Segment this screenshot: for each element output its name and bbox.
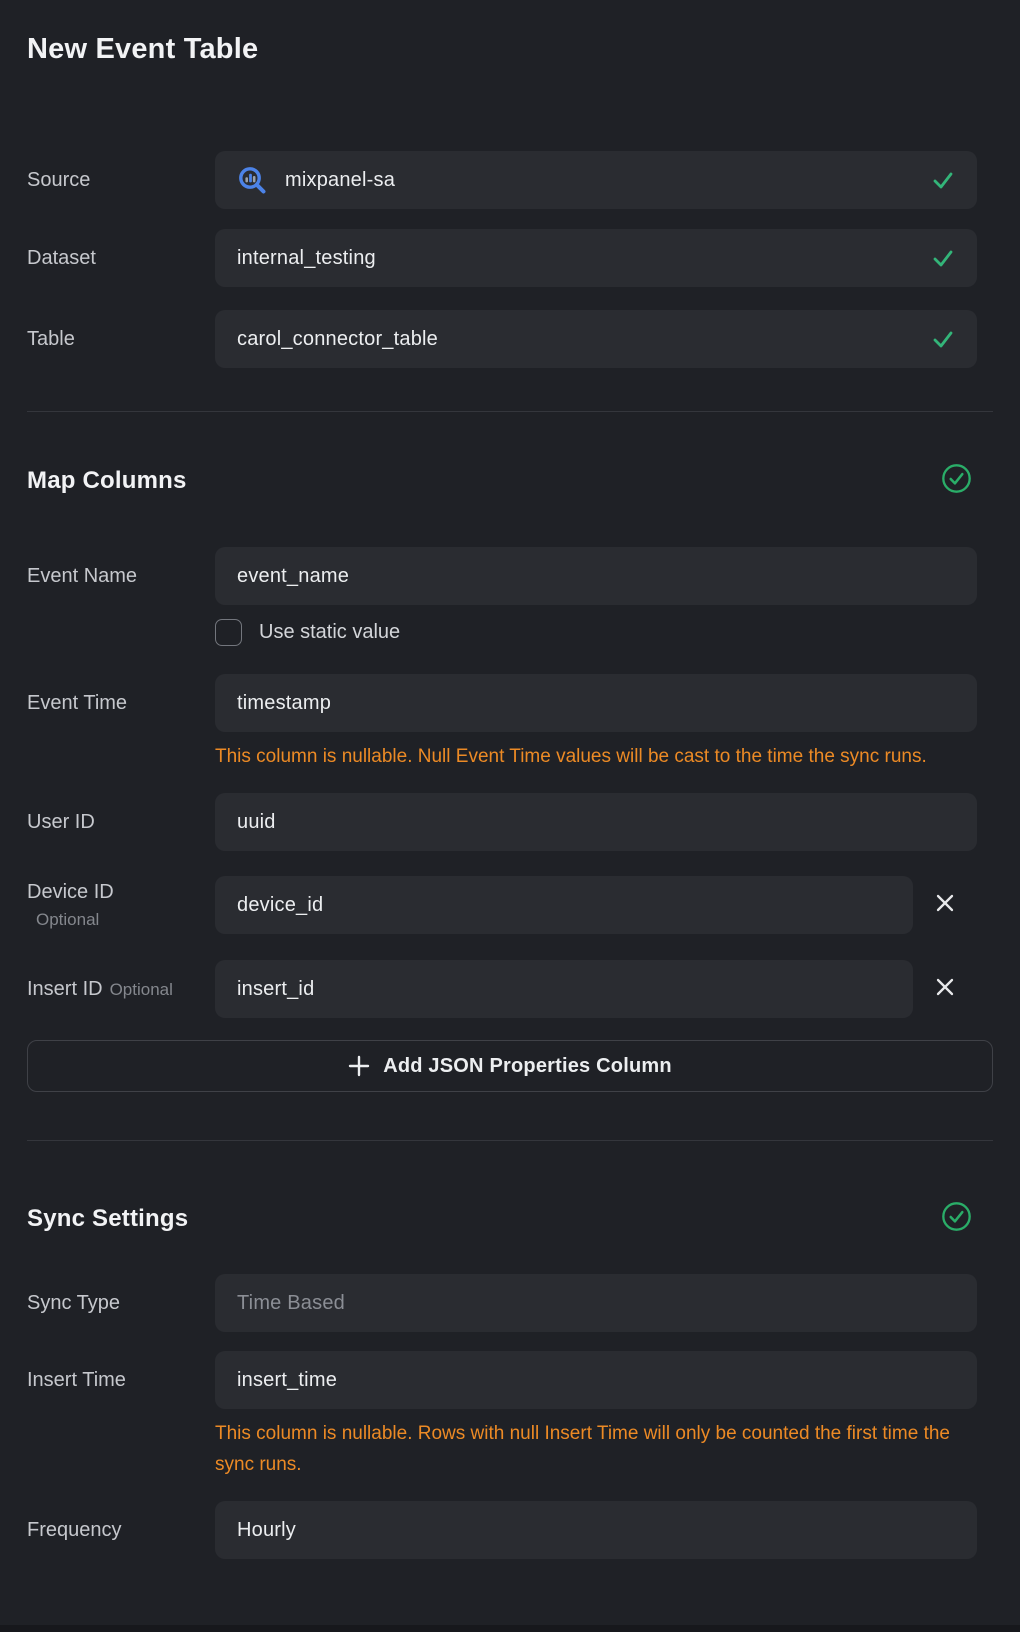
map-columns-heading-row: Map Columns: [27, 463, 993, 499]
dataset-label: Dataset: [27, 247, 215, 270]
frequency-value: Hourly: [237, 1519, 296, 1542]
event-name-row: Event Name event_name: [27, 547, 993, 605]
use-static-value-row: Use static value: [215, 619, 993, 646]
insert-id-row: Insert ID Optional insert_id: [27, 960, 993, 1018]
insert-id-label: Insert ID: [27, 978, 103, 1000]
source-field[interactable]: mixpanel-sa: [215, 151, 977, 209]
add-json-properties-column-button[interactable]: Add JSON Properties Column: [27, 1040, 993, 1092]
device-id-field[interactable]: device_id: [215, 876, 913, 934]
insert-id-field[interactable]: insert_id: [215, 960, 913, 1018]
map-columns-heading: Map Columns: [27, 467, 187, 495]
sync-settings-complete-circle-check-icon: [941, 1201, 972, 1237]
insert-time-value: insert_time: [237, 1369, 337, 1392]
table-field[interactable]: carol_connector_table: [215, 310, 977, 368]
page-title: New Event Table: [27, 0, 993, 66]
x-close-icon: [935, 893, 955, 918]
user-id-value: uuid: [237, 811, 276, 834]
table-valid-check-icon: [931, 327, 955, 351]
sync-type-row: Sync Type Time Based: [27, 1274, 993, 1332]
user-id-field[interactable]: uuid: [215, 793, 977, 851]
plus-icon: [348, 1055, 370, 1077]
event-time-row: Event Time timestamp: [27, 674, 993, 732]
source-label: Source: [27, 169, 215, 192]
dataset-value: internal_testing: [237, 247, 376, 270]
insert-id-value: insert_id: [237, 978, 314, 1001]
device-id-remove-button[interactable]: [913, 876, 977, 934]
event-name-label: Event Name: [27, 565, 215, 588]
event-name-value: event_name: [237, 565, 349, 588]
device-id-value: device_id: [237, 894, 323, 917]
device-id-row: Device ID Optional device_id: [27, 876, 993, 934]
table-label: Table: [27, 328, 215, 351]
sync-type-label: Sync Type: [27, 1292, 215, 1315]
table-row: Table carol_connector_table: [27, 310, 993, 368]
event-time-field[interactable]: timestamp: [215, 674, 977, 732]
source-value: mixpanel-sa: [285, 169, 395, 192]
insert-time-row: Insert Time insert_time: [27, 1351, 993, 1409]
insert-time-nullable-warning: This column is nullable. Rows with null …: [215, 1418, 955, 1480]
insert-id-remove-button[interactable]: [913, 960, 977, 1018]
device-id-label: Device ID: [27, 881, 215, 904]
source-row: Source mixpanel-sa: [27, 151, 993, 209]
event-name-field[interactable]: event_name: [215, 547, 977, 605]
page-bottom-edge: [0, 1625, 1020, 1632]
frequency-label: Frequency: [27, 1519, 215, 1542]
dataset-field[interactable]: internal_testing: [215, 229, 977, 287]
insert-id-label-block: Insert ID Optional: [27, 978, 215, 1001]
frequency-field[interactable]: Hourly: [215, 1501, 977, 1559]
insert-time-label: Insert Time: [27, 1369, 215, 1392]
frequency-row: Frequency Hourly: [27, 1501, 993, 1559]
event-time-value: timestamp: [237, 692, 331, 715]
x-close-icon: [935, 977, 955, 1002]
dataset-valid-check-icon: [931, 246, 955, 270]
insert-id-optional-label: Optional: [110, 980, 173, 999]
device-id-optional-label: Optional: [36, 910, 215, 930]
new-event-table-form: New Event Table Source mixpanel-sa: [27, 0, 993, 1559]
source-valid-check-icon: [931, 168, 955, 192]
sync-settings-heading: Sync Settings: [27, 1205, 188, 1233]
map-columns-complete-circle-check-icon: [941, 463, 972, 499]
use-static-value-label: Use static value: [259, 621, 400, 644]
device-id-label-block: Device ID Optional: [27, 881, 215, 930]
insert-time-field[interactable]: insert_time: [215, 1351, 977, 1409]
event-time-label: Event Time: [27, 692, 215, 715]
use-static-value-checkbox[interactable]: [215, 619, 242, 646]
add-json-properties-column-label: Add JSON Properties Column: [383, 1055, 672, 1078]
sync-type-field: Time Based: [215, 1274, 977, 1332]
section-divider: [27, 411, 993, 412]
dataset-row: Dataset internal_testing: [27, 229, 993, 287]
sync-type-value: Time Based: [237, 1292, 345, 1315]
magnifier-bar-chart-icon: [237, 165, 267, 195]
sync-settings-heading-row: Sync Settings: [27, 1201, 993, 1237]
event-time-nullable-warning: This column is nullable. Null Event Time…: [215, 741, 955, 772]
section-divider: [27, 1140, 993, 1141]
table-value: carol_connector_table: [237, 328, 438, 351]
user-id-label: User ID: [27, 811, 215, 834]
user-id-row: User ID uuid: [27, 793, 993, 851]
